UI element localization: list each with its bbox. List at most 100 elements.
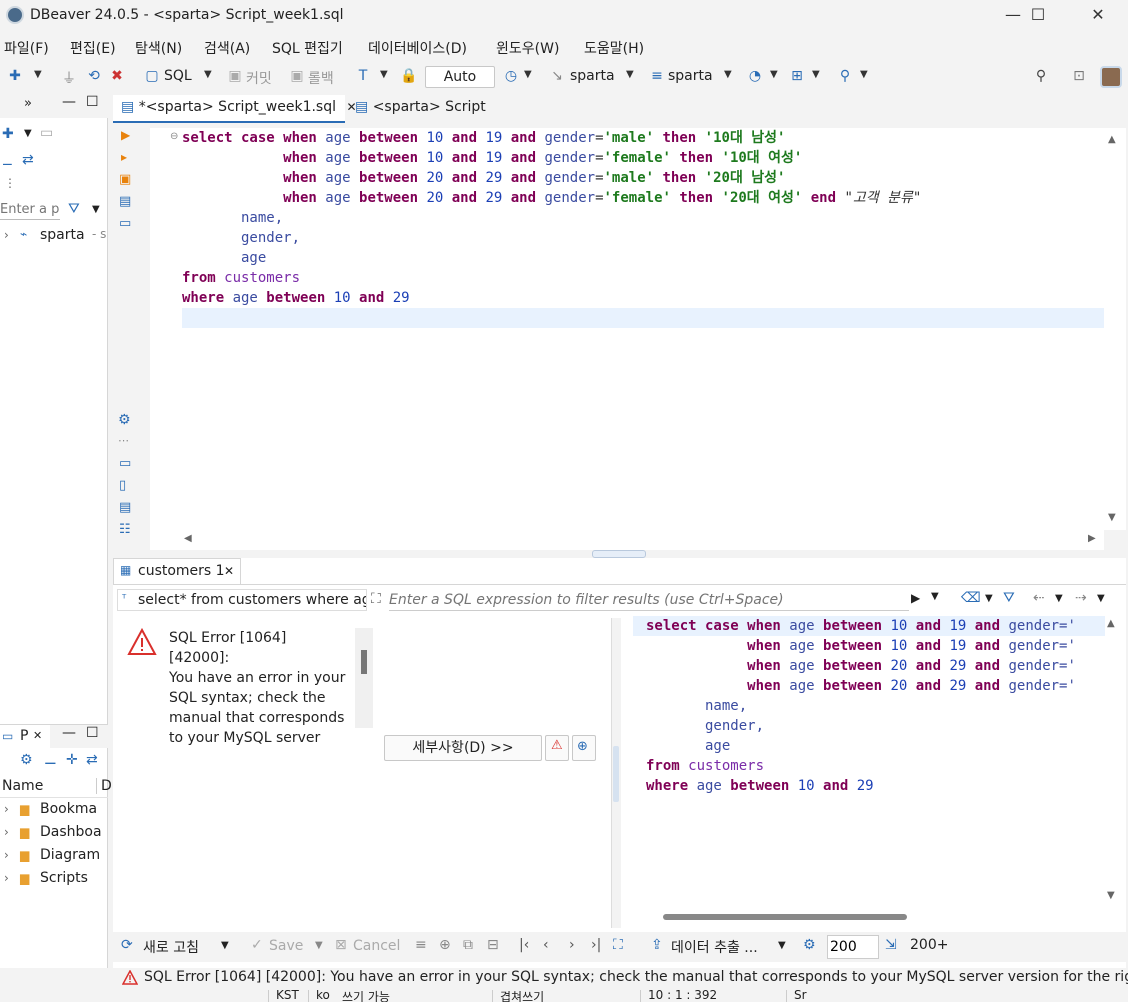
- export-icon[interactable]: ▭: [119, 456, 131, 471]
- sql-editor[interactable]: ⊖ select case when age between 10 and 19…: [150, 128, 1104, 530]
- copy-row-icon[interactable]: ⧉: [463, 937, 473, 953]
- commit-button[interactable]: 커밋: [246, 68, 272, 88]
- history-icon[interactable]: ◷: [502, 68, 520, 86]
- more-dots-icon[interactable]: ⋯: [118, 434, 129, 447]
- last-page-icon[interactable]: ›|: [591, 937, 601, 953]
- erd-dropdown-icon[interactable]: ▼: [812, 69, 820, 80]
- fetch-size-input[interactable]: [827, 935, 879, 959]
- filter-history-dropdown-icon[interactable]: ▼: [931, 591, 939, 602]
- eraser-icon[interactable]: ⌫: [961, 590, 981, 606]
- splitter-handle[interactable]: [592, 550, 646, 558]
- scroll-up-icon[interactable]: ▲: [1108, 134, 1116, 145]
- close-window-button[interactable]: ✕: [1075, 0, 1121, 32]
- details-button[interactable]: 세부사항(D) >>: [384, 735, 542, 761]
- settings-icon[interactable]: ⚙: [118, 412, 131, 428]
- sql-button-label[interactable]: SQL: [164, 68, 192, 84]
- menu-help[interactable]: 도움말(H): [584, 38, 644, 58]
- format-icon[interactable]: ▤: [119, 500, 131, 515]
- explain-plan-icon[interactable]: ▤: [119, 194, 131, 209]
- connect-plug-icon[interactable]: ⏚: [60, 68, 78, 87]
- tab-results-customers[interactable]: ▦ customers 1 ✕: [113, 558, 241, 584]
- search-toolbar-icon[interactable]: ⚲: [836, 68, 854, 86]
- navigator-view-icon[interactable]: »: [24, 96, 32, 111]
- filter-settings-icon[interactable]: ⛛: [1003, 590, 1015, 606]
- expand-filter-icon[interactable]: ⛶: [371, 591, 381, 607]
- scroll-up-icon[interactable]: ▲: [1107, 618, 1115, 629]
- tab-projects[interactable]: ▭ P ✕: [0, 725, 50, 749]
- export-dropdown-icon[interactable]: ▼: [778, 940, 786, 951]
- error-scrollbar[interactable]: [355, 628, 373, 728]
- rollback-button[interactable]: 롤백: [308, 68, 334, 88]
- apply-filter-icon[interactable]: ▶: [911, 591, 920, 605]
- projects-collapse-icon[interactable]: ⚊: [44, 752, 57, 768]
- menu-database[interactable]: 데이터베이스(D): [368, 38, 467, 58]
- disconnect-icon[interactable]: ✖: [108, 68, 126, 86]
- collapse-icon[interactable]: ⚊: [2, 154, 13, 168]
- menu-file[interactable]: 파일(F): [4, 38, 49, 58]
- add-row-icon[interactable]: ⊕: [439, 937, 451, 953]
- delete-row-icon[interactable]: ⊟: [487, 937, 499, 953]
- projects-link-icon[interactable]: ⇄: [86, 752, 98, 768]
- active-connection[interactable]: sparta: [570, 68, 615, 84]
- maximize-button[interactable]: ☐: [1015, 0, 1061, 32]
- projects-add-icon[interactable]: ✛: [66, 752, 78, 768]
- error-sql-view[interactable]: select case when age between 10 and 19 a…: [633, 616, 1105, 906]
- connection-dropdown-icon[interactable]: ▼: [626, 69, 634, 80]
- history-dropdown-icon[interactable]: ▼: [524, 69, 532, 80]
- transaction-mode-icon[interactable]: T: [354, 68, 372, 86]
- column-name[interactable]: Name: [2, 778, 43, 794]
- tree-item-sparta[interactable]: sparta: [40, 227, 85, 243]
- error-scroll-thumb[interactable]: [361, 650, 367, 674]
- gauge-dropdown-icon[interactable]: ▼: [770, 69, 778, 80]
- lock-icon[interactable]: 🔒: [400, 68, 418, 86]
- search-dropdown-icon[interactable]: ▼: [860, 69, 868, 80]
- tree-expand-icon[interactable]: ›: [4, 228, 9, 242]
- erd-icon[interactable]: ⊞: [788, 68, 806, 86]
- new-folder-icon[interactable]: ▭: [40, 125, 53, 141]
- schema-dropdown-icon[interactable]: ▼: [724, 69, 732, 80]
- tab-script[interactable]: ▤ <sparta> Script: [347, 95, 494, 123]
- refresh-dropdown-icon[interactable]: ▼: [221, 940, 229, 951]
- dashboard-gauge-icon[interactable]: ◔: [746, 68, 764, 86]
- scroll-down-icon[interactable]: ▼: [1108, 512, 1116, 523]
- results-splitter[interactable]: [611, 618, 621, 928]
- menu-window[interactable]: 윈도우(W): [496, 38, 559, 58]
- projects-tab-close[interactable]: ✕: [33, 729, 42, 742]
- reconnect-icon[interactable]: ⟲: [85, 68, 103, 86]
- projects-config-icon[interactable]: ⚙: [20, 752, 33, 768]
- global-search-icon[interactable]: ⚲: [1032, 68, 1050, 86]
- expand-icon[interactable]: ›: [4, 871, 9, 885]
- export-data-icon[interactable]: ⇪: [651, 937, 663, 953]
- error-sql-hscroll-thumb[interactable]: [663, 914, 907, 920]
- tab-script-week1[interactable]: ▤ *<sparta> Script_week1.sql ✕: [113, 95, 357, 123]
- execute-new-tab-icon[interactable]: ▸: [121, 150, 127, 164]
- next-page-icon[interactable]: ›: [569, 937, 575, 953]
- first-page-icon[interactable]: |‹: [519, 937, 529, 953]
- edit-row-icon[interactable]: ≡: [415, 937, 427, 953]
- target-button[interactable]: ⊕: [572, 735, 596, 761]
- fold-icon[interactable]: ⊖: [170, 131, 178, 142]
- menu-edit[interactable]: 편집(E): [70, 38, 116, 58]
- more-vertical-icon[interactable]: ⋮: [4, 176, 16, 190]
- scroll-down-icon[interactable]: ▼: [1107, 890, 1115, 901]
- back-icon[interactable]: ⇠: [1033, 590, 1045, 606]
- new-connection-dropdown-icon[interactable]: ▼: [34, 69, 42, 80]
- results-tab-close[interactable]: ✕: [224, 564, 234, 578]
- navigator-filter-input[interactable]: [0, 200, 60, 220]
- list-item[interactable]: › ▆ Diagram: [0, 846, 108, 869]
- new-connection-small-icon[interactable]: ✚: [2, 126, 14, 142]
- prev-page-icon[interactable]: ‹: [543, 937, 549, 953]
- expand-icon[interactable]: ›: [4, 802, 9, 816]
- menu-sql-editor[interactable]: SQL 편집기: [272, 38, 343, 58]
- list-item[interactable]: › ▆ Bookma: [0, 800, 108, 823]
- file-error-icon[interactable]: ▯: [119, 478, 126, 493]
- transaction-dropdown-icon[interactable]: ▼: [380, 69, 388, 80]
- sql-editor-icon[interactable]: ▢: [143, 68, 161, 86]
- filter-dropdown-icon[interactable]: ▼: [92, 204, 100, 215]
- back-dropdown-icon[interactable]: ▼: [1055, 593, 1063, 604]
- editor-horizontal-scrollbar[interactable]: ◀ ▶: [150, 530, 1104, 550]
- filter-expression-input[interactable]: [389, 589, 909, 611]
- splitter-grip[interactable]: [613, 746, 619, 802]
- error-sql-vscroll[interactable]: ▲ ▼: [1103, 616, 1123, 908]
- outline-icon[interactable]: ☷: [119, 522, 131, 537]
